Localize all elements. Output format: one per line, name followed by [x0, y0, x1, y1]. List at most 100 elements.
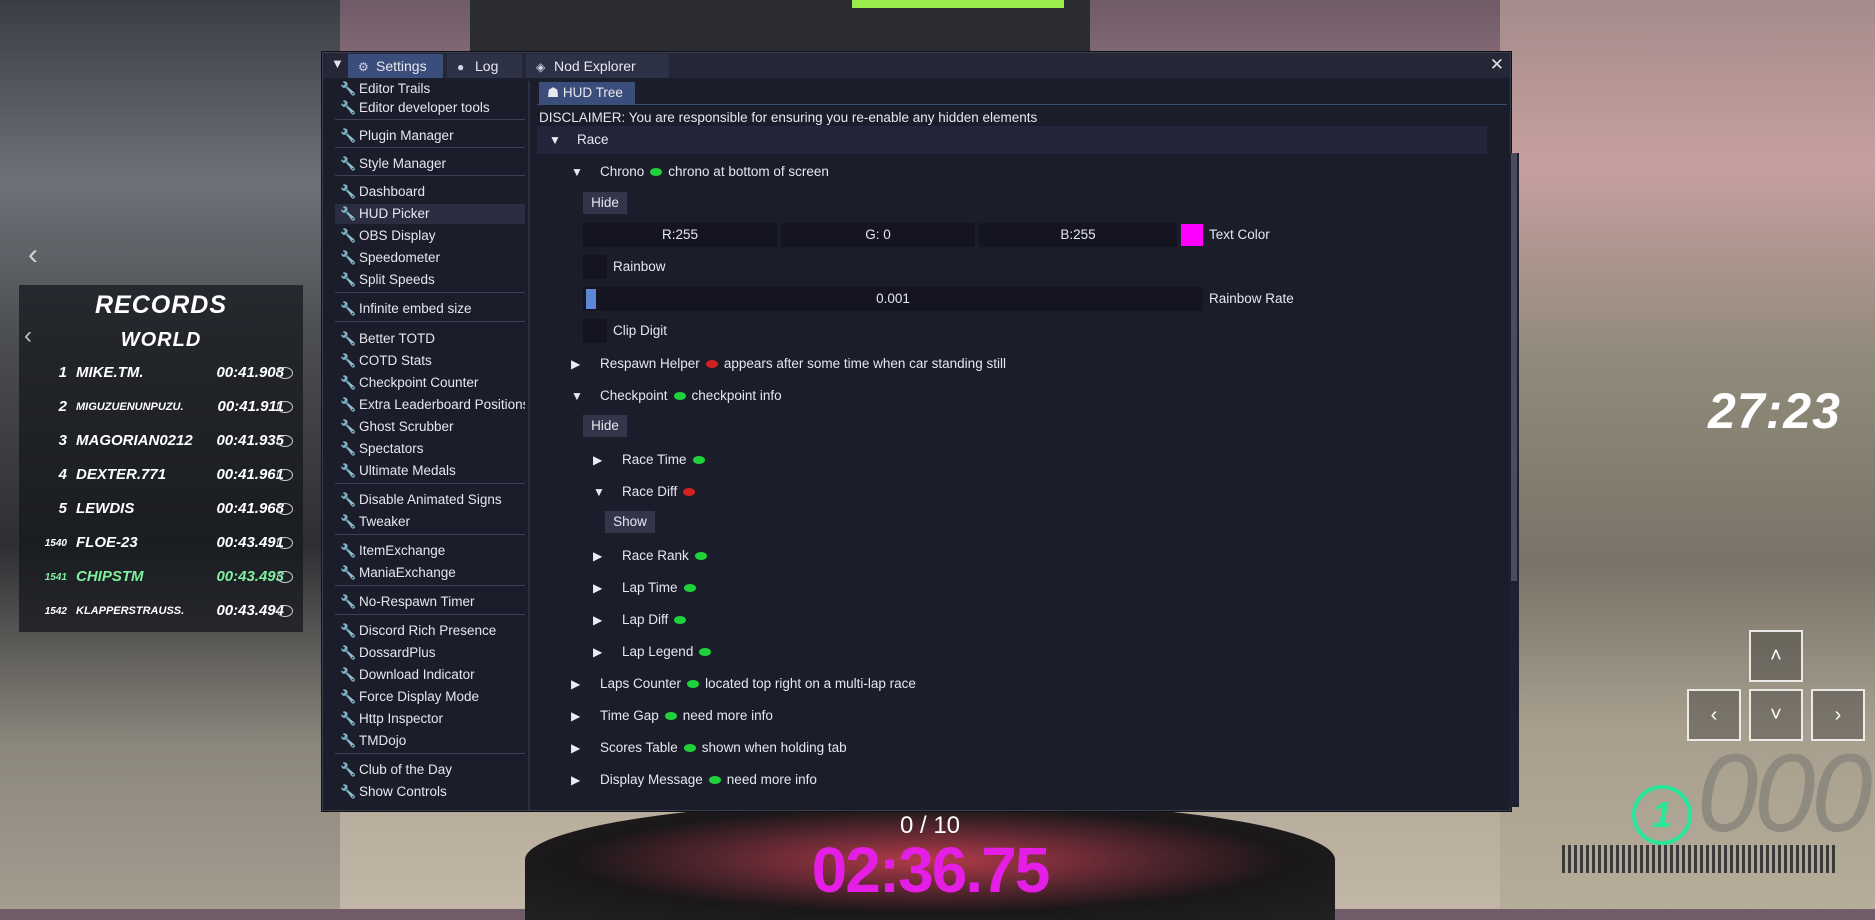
hide-button[interactable]: Hide	[583, 192, 627, 214]
sidebar-item-ghost-scrubber[interactable]: 🔧 Ghost Scrubber	[335, 417, 525, 437]
tab-nod-explorer[interactable]: ◈ Nod Explorer	[526, 54, 669, 78]
scrollbar-thumb[interactable]	[1511, 153, 1517, 581]
visible-eye-icon[interactable]	[673, 392, 686, 400]
ghost-eye-icon[interactable]	[277, 435, 293, 447]
sidebar-item-editor-trails[interactable]: 🔧 Editor Trails	[335, 81, 525, 99]
visible-eye-icon[interactable]	[694, 552, 707, 560]
sidebar-item-split-speeds[interactable]: 🔧 Split Speeds	[335, 270, 525, 290]
sidebar-item-extra-leaderboard-positions[interactable]: 🔧 Extra Leaderboard Positions	[335, 395, 525, 415]
visible-eye-icon[interactable]	[687, 680, 700, 688]
tree-node-time-gap[interactable]: ▶ Time Gap need more info	[537, 702, 1487, 730]
sidebar-item-show-controls[interactable]: 🔧 Show Controls	[335, 782, 525, 802]
sidebar-item-no-respawn-timer[interactable]: 🔧 No-Respawn Timer	[335, 592, 525, 612]
tree-node-respawn-helper[interactable]: ▶ Respawn Helper appears after some time …	[537, 350, 1487, 378]
sidebar-separator	[335, 147, 525, 148]
sidebar-item-obs-display[interactable]: 🔧 OBS Display	[335, 226, 525, 246]
red-input[interactable]: R:255	[583, 223, 777, 247]
visible-eye-icon[interactable]	[699, 648, 712, 656]
sidebar-item-discord-rich-presence[interactable]: 🔧 Discord Rich Presence	[335, 621, 525, 641]
sidebar-item-force-display-mode[interactable]: 🔧 Force Display Mode	[335, 687, 525, 707]
sidebar-item-checkpoint-counter[interactable]: 🔧 Checkpoint Counter	[335, 373, 525, 393]
tree-node-laps-counter[interactable]: ▶ Laps Counter located top right on a mul…	[537, 670, 1487, 698]
color-swatch[interactable]	[1181, 224, 1203, 246]
clip-digit-checkbox[interactable]	[583, 319, 607, 343]
show-button[interactable]: Show	[605, 511, 655, 533]
hidden-eye-icon[interactable]	[683, 488, 696, 496]
hidden-eye-icon[interactable]	[705, 360, 718, 368]
node-label: Chrono	[600, 164, 645, 179]
sidebar-item-club-of-the-day[interactable]: 🔧 Club of the Day	[335, 760, 525, 780]
sidebar-item-cotd-stats[interactable]: 🔧 COTD Stats	[335, 351, 525, 371]
tree-node-race[interactable]: ▼ Race	[537, 126, 1487, 154]
tree-node-display-message[interactable]: ▶ Display Message need more info	[537, 766, 1487, 794]
visible-eye-icon[interactable]	[674, 616, 687, 624]
node-label: Race Rank	[622, 548, 689, 563]
record-rank: 3	[58, 432, 67, 449]
tree-node-lap-legend[interactable]: ▶ Lap Legend	[537, 638, 1487, 666]
wrench-icon: 🔧	[340, 184, 357, 199]
tree-node-race-diff[interactable]: ▼ Race Diff	[537, 478, 1487, 506]
visible-eye-icon[interactable]	[708, 776, 721, 784]
sidebar-item-plugin-manager[interactable]: 🔧 Plugin Manager	[335, 126, 525, 146]
ghost-eye-icon[interactable]	[277, 469, 293, 481]
sidebar-item-better-totd[interactable]: 🔧 Better TOTD	[335, 329, 525, 349]
ghost-eye-icon[interactable]	[277, 537, 293, 549]
tab-label: Log	[475, 58, 499, 74]
ghost-eye-icon[interactable]	[277, 401, 293, 413]
wrench-icon: 🔧	[340, 689, 357, 704]
clip-digit-label: Clip Digit	[613, 323, 668, 338]
record-rank: 2	[58, 398, 67, 415]
sidebar-item-tmdojo[interactable]: 🔧 TMDojo	[335, 731, 525, 751]
green-input[interactable]: G: 0	[781, 223, 975, 247]
visible-eye-icon[interactable]	[683, 744, 696, 752]
sidebar-item-maniaexchange[interactable]: 🔧 ManiaExchange	[335, 563, 525, 583]
sidebar-item-dashboard[interactable]: 🔧 Dashboard	[335, 182, 525, 202]
close-icon[interactable]: ✕	[1490, 55, 1504, 75]
tree-node-chrono[interactable]: ▼ Chrono chrono at bottom of screen	[537, 158, 1487, 186]
sidebar-item-infinite-embed-size[interactable]: 🔧 Infinite embed size	[335, 299, 525, 319]
rainbow-rate-slider[interactable]: 0.001	[583, 287, 1203, 311]
record-rank: 1540	[44, 538, 67, 549]
sidebar-item-tweaker[interactable]: 🔧 Tweaker	[335, 512, 525, 532]
window-menu-icon[interactable]: ▼	[331, 56, 344, 71]
tree-node-lap-time[interactable]: ▶ Lap Time	[537, 574, 1487, 602]
ghost-eye-icon[interactable]	[277, 367, 293, 379]
records-collapse-icon[interactable]: ‹	[28, 238, 38, 272]
sidebar-item-ultimate-medals[interactable]: 🔧 Ultimate Medals	[335, 461, 525, 481]
tree-node-race-time[interactable]: ▶ Race Time	[537, 446, 1487, 474]
sidebar-item-hud-picker[interactable]: 🔧 HUD Picker	[335, 204, 525, 224]
sidebar-item-http-inspector[interactable]: 🔧 Http Inspector	[335, 709, 525, 729]
sidebar-item-spectators[interactable]: 🔧 Spectators	[335, 439, 525, 459]
sidebar-item-style-manager[interactable]: 🔧 Style Manager	[335, 154, 525, 174]
sidebar-item-download-indicator[interactable]: 🔧 Download Indicator	[335, 665, 525, 685]
visible-eye-icon[interactable]	[692, 456, 705, 464]
expanded-arrow-icon: ▼	[571, 389, 583, 403]
visible-eye-icon[interactable]	[683, 584, 696, 592]
sidebar-item-disable-animated-signs[interactable]: 🔧 Disable Animated Signs	[335, 490, 525, 510]
wrench-icon: 🔧	[340, 645, 357, 660]
sidebar-item-dossardplus[interactable]: 🔧 DossardPlus	[335, 643, 525, 663]
sidebar-item-speedometer[interactable]: 🔧 Speedometer	[335, 248, 525, 268]
ghost-eye-icon[interactable]	[277, 503, 293, 515]
record-time: 00:41.911	[217, 398, 284, 415]
visible-eye-icon[interactable]	[650, 168, 663, 176]
tab-log[interactable]: ● Log	[447, 54, 522, 78]
ghost-eye-icon[interactable]	[277, 571, 293, 583]
sidebar-item-editor-developer-tools[interactable]: 🔧 Editor developer tools	[335, 98, 525, 118]
node-description: need more info	[726, 772, 817, 787]
ghost-eye-icon[interactable]	[277, 605, 293, 617]
visible-eye-icon[interactable]	[664, 712, 677, 720]
tree-node-lap-diff[interactable]: ▶ Lap Diff	[537, 606, 1487, 634]
hide-button[interactable]: Hide	[583, 415, 627, 437]
tab-settings[interactable]: ⚙ Settings	[348, 54, 443, 78]
sidebar-item-itemexchange[interactable]: 🔧 ItemExchange	[335, 541, 525, 561]
slider-handle[interactable]	[586, 289, 596, 309]
tree-node-checkpoint[interactable]: ▼ Checkpoint checkpoint info	[537, 382, 1487, 410]
rainbow-label: Rainbow	[613, 259, 666, 274]
tree-node-scores-table[interactable]: ▶ Scores Table shown when holding tab	[537, 734, 1487, 762]
rainbow-checkbox[interactable]	[583, 255, 607, 279]
blue-input[interactable]: B:255	[979, 223, 1177, 247]
records-prev-icon[interactable]: ‹	[24, 322, 32, 350]
tab-hud-tree[interactable]: ☗ HUD Tree	[539, 82, 635, 104]
tree-node-race-rank[interactable]: ▶ Race Rank	[537, 542, 1487, 570]
